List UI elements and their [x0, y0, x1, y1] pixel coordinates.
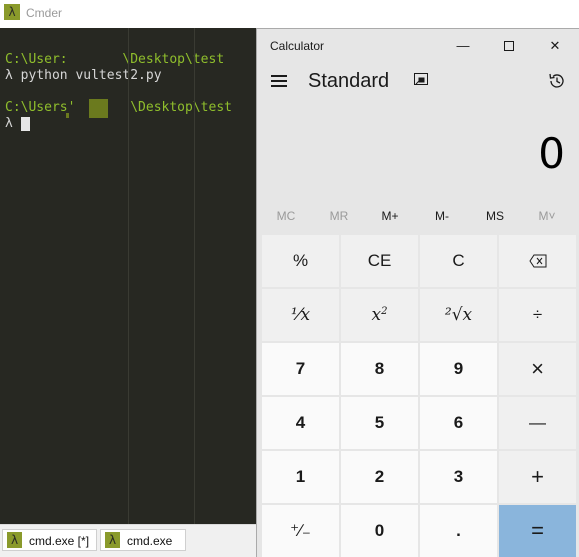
calculator-title: Calculator — [270, 39, 325, 53]
prompt-lambda: λ — [5, 68, 13, 83]
reciprocal-button[interactable]: ⅟x — [262, 289, 339, 341]
tab-cmd[interactable]: λ cmd.exe — [100, 529, 186, 551]
tab-label: cmd.exe [*] — [29, 534, 90, 548]
result-display: 0 — [538, 129, 565, 178]
tab-label: cmd.exe — [127, 534, 173, 548]
multiply-button[interactable]: × — [499, 343, 576, 395]
redacted-block — [89, 99, 108, 118]
lambda-icon: λ — [7, 532, 22, 548]
square-exponent: 2 — [381, 306, 388, 317]
equals-button[interactable]: = — [499, 505, 576, 557]
square-button[interactable]: x2 — [341, 289, 418, 341]
memory-subtract-button[interactable]: M- — [416, 209, 468, 223]
memory-list-button[interactable]: M˅ — [521, 209, 573, 223]
clear-entry-button[interactable]: CE — [341, 235, 418, 287]
lambda-icon: λ — [105, 532, 120, 548]
prompt-lambda-2: λ — [5, 116, 13, 131]
console-line-command: λ python vultest2.py — [5, 68, 162, 84]
mode-title: Standard — [308, 70, 390, 92]
digit-7-button[interactable]: 7 — [262, 343, 339, 395]
percent-button[interactable]: % — [262, 235, 339, 287]
cmder-logo-icon: λ — [4, 4, 20, 20]
add-button[interactable]: + — [499, 451, 576, 503]
console-line-path-2: C:\Users' \Desktop\test — [5, 100, 232, 115]
clear-button[interactable]: C — [420, 235, 497, 287]
navigation-menu-button[interactable] — [267, 69, 291, 93]
pane-divider — [194, 28, 195, 524]
cmder-title: Cmder — [26, 6, 63, 20]
decimal-button[interactable]: . — [420, 505, 497, 557]
tab-cmd-active[interactable]: λ cmd.exe [*] — [2, 529, 97, 551]
digit-4-button[interactable]: 4 — [262, 397, 339, 449]
digit-0-button[interactable]: 0 — [341, 505, 418, 557]
minimize-button[interactable]: — — [440, 33, 486, 59]
backspace-button[interactable] — [499, 235, 576, 287]
memory-add-button[interactable]: M+ — [364, 209, 416, 223]
cmder-titlebar[interactable]: λ Cmder — [0, 0, 579, 28]
maximize-button[interactable] — [486, 33, 532, 59]
keep-on-top-icon[interactable] — [413, 72, 429, 88]
digit-8-button[interactable]: 8 — [341, 343, 418, 395]
digit-5-button[interactable]: 5 — [341, 397, 418, 449]
history-icon[interactable] — [547, 71, 567, 91]
digit-3-button[interactable]: 3 — [420, 451, 497, 503]
close-button[interactable]: ✕ — [532, 33, 578, 59]
pane-divider — [128, 28, 129, 524]
redacted-mark — [66, 113, 69, 118]
calculator-window: Calculator — ✕ Standard 0 MC MR M+ M- MS… — [256, 28, 579, 557]
maximize-icon — [504, 41, 514, 51]
digit-1-button[interactable]: 1 — [262, 451, 339, 503]
digit-2-button[interactable]: 2 — [341, 451, 418, 503]
square-root-button[interactable]: ²√x — [420, 289, 497, 341]
digit-9-button[interactable]: 9 — [420, 343, 497, 395]
memory-recall-button[interactable]: MR — [313, 209, 365, 223]
console-line-path: C:\User: \Desktop\test — [5, 52, 225, 67]
text-cursor — [21, 117, 30, 131]
memory-store-button[interactable]: MS — [469, 209, 521, 223]
negate-button[interactable]: ⁺∕₋ — [262, 505, 339, 557]
divide-button[interactable]: ÷ — [499, 289, 576, 341]
backspace-icon — [528, 254, 546, 268]
command-text: python vultest2.py — [12, 68, 162, 83]
subtract-button[interactable]: — — [499, 397, 576, 449]
square-base: x — [371, 305, 382, 325]
digit-6-button[interactable]: 6 — [420, 397, 497, 449]
memory-clear-button[interactable]: MC — [260, 209, 312, 223]
